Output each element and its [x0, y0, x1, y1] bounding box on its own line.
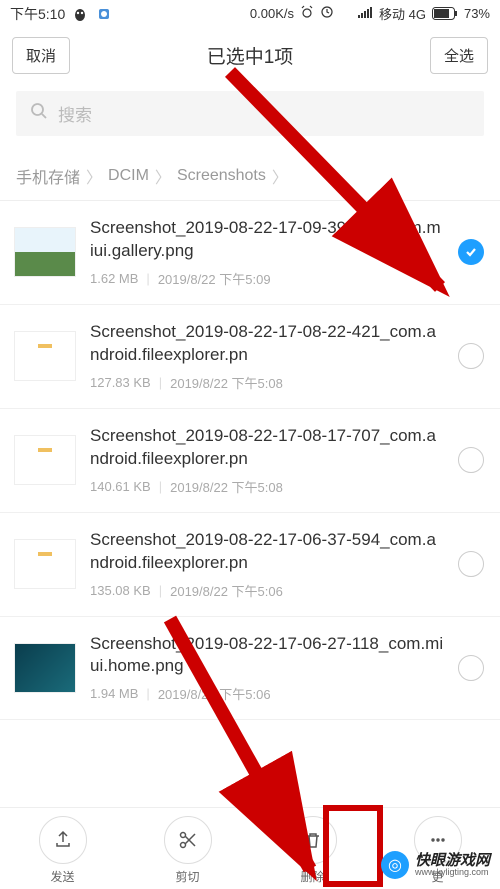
header: 取消 已选中1项 全选 [0, 27, 500, 83]
file-date: 2019/8/22 下午5:06 [170, 581, 283, 600]
select-all-button[interactable]: 全选 [430, 37, 488, 74]
qq-icon [71, 5, 89, 23]
list-item[interactable]: Screenshot_2019-08-22-17-09-39-608_com.m… [0, 201, 500, 305]
chevron-right-icon: 〉 [155, 164, 171, 188]
cancel-button[interactable]: 取消 [12, 37, 70, 74]
file-date: 2019/8/22 下午5:08 [170, 373, 283, 392]
file-name: Screenshot_2019-08-22-17-06-37-594_com.a… [90, 529, 444, 575]
file-name: Screenshot_2019-08-22-17-08-17-707_com.a… [90, 425, 444, 471]
file-thumbnail [14, 331, 76, 381]
trash-icon [289, 816, 337, 864]
status-carrier: 移动 4G [379, 4, 426, 23]
checkbox-unchecked[interactable] [458, 551, 484, 577]
breadcrumb-item[interactable]: 手机存储 [16, 164, 80, 188]
bottom-label: 剪切 [175, 868, 199, 885]
list-item[interactable]: Screenshot_2019-08-22-17-06-27-118_com.m… [0, 617, 500, 721]
file-size: 127.83 KB [90, 375, 151, 390]
file-size: 1.62 MB [90, 271, 138, 286]
search-icon [30, 102, 48, 125]
breadcrumb: 手机存储 〉 DCIM 〉 Screenshots 〉 [0, 150, 500, 201]
list-item[interactable]: Screenshot_2019-08-22-17-08-17-707_com.a… [0, 409, 500, 513]
nodata-icon [340, 5, 352, 22]
file-name: Screenshot_2019-08-22-17-08-22-421_com.a… [90, 321, 444, 367]
file-list: Screenshot_2019-08-22-17-09-39-608_com.m… [0, 201, 500, 720]
watermark-url: www.kyligting.com [415, 868, 490, 877]
clock-icon [320, 5, 334, 22]
delete-button[interactable]: 删除 [289, 816, 337, 885]
file-name: Screenshot_2019-08-22-17-09-39-608_com.m… [90, 217, 444, 263]
bottom-label: 发送 [50, 868, 74, 885]
file-thumbnail [14, 227, 76, 277]
checkbox-unchecked[interactable] [458, 343, 484, 369]
send-button[interactable]: 发送 [39, 816, 87, 885]
cut-button[interactable]: 剪切 [164, 816, 212, 885]
status-bar: 下午5:10 0.00K/s 移动 4G 73% [0, 0, 500, 27]
watermark-icon: ◎ [381, 851, 409, 879]
status-battery: 73% [464, 6, 490, 21]
chevron-right-icon: 〉 [272, 164, 288, 188]
file-name: Screenshot_2019-08-22-17-06-27-118_com.m… [90, 633, 444, 679]
breadcrumb-item[interactable]: DCIM [108, 167, 149, 185]
list-item[interactable]: Screenshot_2019-08-22-17-06-37-594_com.a… [0, 513, 500, 617]
search-input[interactable]: 搜索 [16, 91, 484, 136]
page-title: 已选中1项 [207, 42, 294, 69]
chevron-right-icon: 〉 [86, 164, 102, 188]
app-icon [95, 5, 113, 23]
file-thumbnail [14, 435, 76, 485]
checkbox-checked[interactable] [458, 239, 484, 265]
checkbox-unchecked[interactable] [458, 447, 484, 473]
list-item[interactable]: Screenshot_2019-08-22-17-08-22-421_com.a… [0, 305, 500, 409]
file-thumbnail [14, 539, 76, 589]
watermark-title: 快眼游戏网 [415, 853, 490, 868]
file-size: 135.08 KB [90, 583, 151, 598]
signal-icon [358, 6, 373, 21]
file-thumbnail [14, 643, 76, 693]
checkbox-unchecked[interactable] [458, 655, 484, 681]
watermark: ◎ 快眼游戏网 www.kyligting.com [381, 851, 490, 879]
file-date: 2019/8/22 下午5:09 [158, 269, 271, 288]
share-icon [39, 816, 87, 864]
breadcrumb-item[interactable]: Screenshots [177, 167, 266, 185]
battery-icon [432, 7, 458, 20]
status-time: 下午5:10 [10, 4, 65, 24]
scissors-icon [164, 816, 212, 864]
bottom-label: 删除 [300, 868, 324, 885]
search-placeholder: 搜索 [58, 101, 92, 126]
file-date: 2019/8/22 下午5:06 [158, 684, 271, 703]
file-date: 2019/8/22 下午5:08 [170, 477, 283, 496]
file-size: 1.94 MB [90, 686, 138, 701]
file-size: 140.61 KB [90, 479, 151, 494]
alarm-icon [300, 5, 314, 22]
status-netspeed: 0.00K/s [250, 6, 294, 21]
